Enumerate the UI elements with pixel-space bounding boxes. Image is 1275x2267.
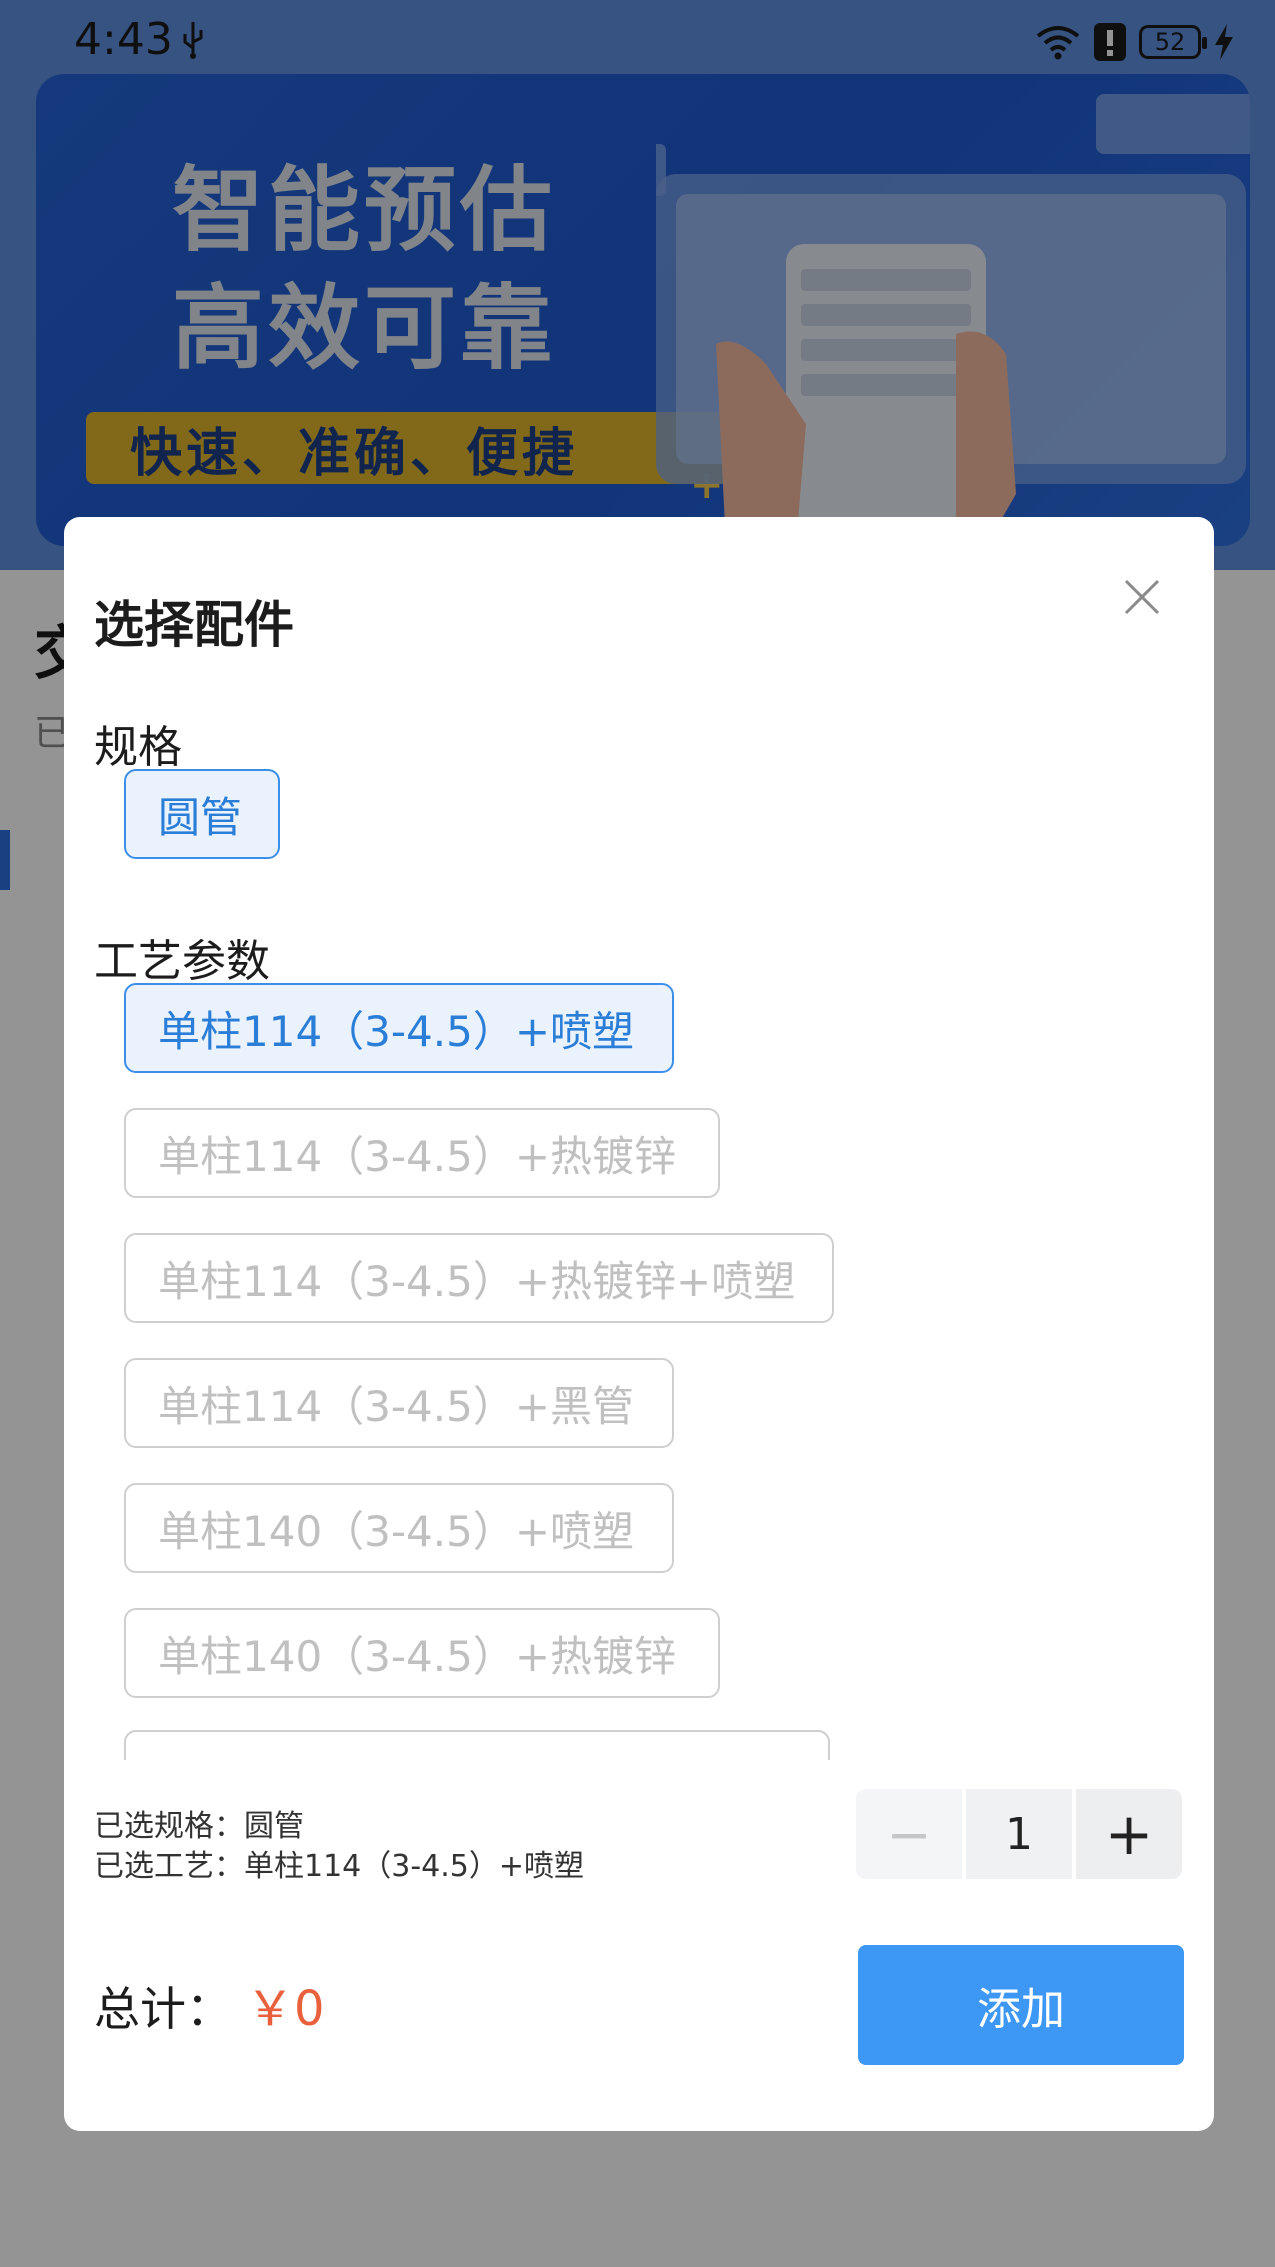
process-option[interactable]: 单柱114（3-4.5）+热镀锌 — [124, 1108, 720, 1198]
decrease-quantity-button[interactable]: − — [856, 1789, 962, 1879]
select-accessory-dialog: 选择配件 规格 圆管 工艺参数 单柱114（3-4.5）+喷塑 单柱114（3-… — [64, 517, 1214, 2131]
process-option[interactable]: 单柱114（3-4.5）+喷塑 — [124, 983, 674, 1073]
total-label: 总计： — [94, 1982, 232, 2036]
selected-spec-text: 已选规格：圆管 — [94, 1809, 304, 1844]
spec-option-round-pipe[interactable]: 圆管 — [124, 769, 280, 859]
selected-process-text: 已选工艺：单柱114（3-4.5）+喷塑 — [94, 1849, 585, 1884]
quantity-value[interactable]: 1 — [966, 1789, 1072, 1879]
process-option[interactable]: 单柱114（3-4.5）+黑管 — [124, 1358, 674, 1448]
add-button[interactable]: 添加 — [858, 1945, 1184, 2065]
increase-quantity-button[interactable]: + — [1076, 1789, 1182, 1879]
dialog-title: 选择配件 — [94, 596, 294, 654]
close-icon[interactable] — [1114, 569, 1170, 625]
process-option[interactable]: 单柱114（3-4.5）+热镀锌+喷塑 — [124, 1233, 834, 1323]
process-option[interactable]: 单柱140（3-4.5）+热镀锌 — [124, 1608, 720, 1698]
process-option-partial[interactable] — [124, 1730, 834, 1760]
total-price: ￥0 — [246, 1981, 325, 2037]
quantity-stepper: − 1 + — [856, 1789, 1182, 1879]
process-option[interactable]: 单柱140（3-4.5）+喷塑 — [124, 1483, 674, 1573]
spec-section-label: 规格 — [94, 722, 182, 773]
process-section-label: 工艺参数 — [94, 936, 270, 987]
